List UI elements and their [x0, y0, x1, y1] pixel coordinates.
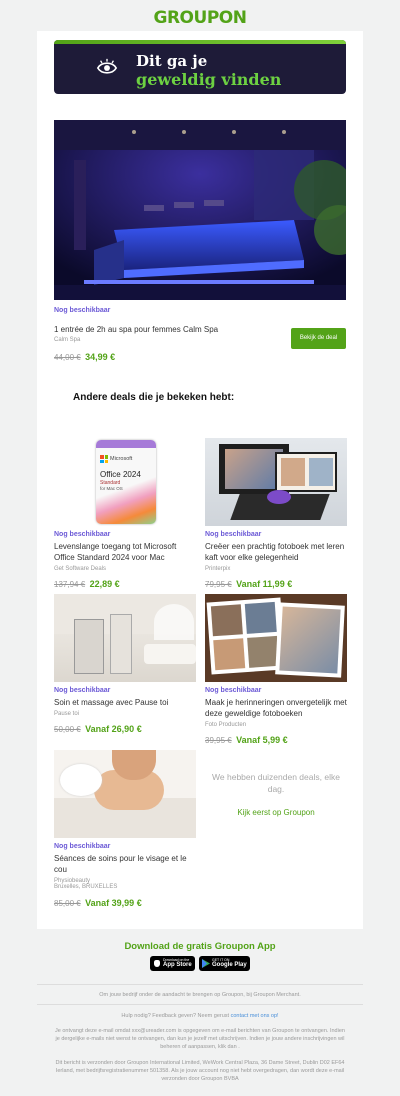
deal-new-price: Vanaf 11,99 € — [236, 579, 293, 589]
contact-link[interactable]: contact met ons op! — [231, 1013, 279, 1019]
deal-merchant: Foto Producten — [205, 722, 247, 728]
app-store-button[interactable]: Download on the App Store — [150, 956, 195, 971]
photobook-open — [275, 452, 337, 492]
microsoft-logo-icon — [100, 455, 108, 463]
towel — [60, 764, 102, 796]
deal-image — [205, 594, 347, 682]
deal-old-price: 137,94 € — [54, 580, 86, 589]
featured-title[interactable]: 1 entrée de 2h au spa pour femmes Calm S… — [54, 324, 274, 335]
featured-new-price: 34,99 € — [85, 352, 116, 362]
footer-merchant-line: Om jouw bedrijf onder de aandacht te bre… — [99, 992, 301, 998]
ribbon-bow — [267, 490, 291, 504]
footer-help: Hulp nodig? Feedback geven? Neem gerust … — [55, 1012, 345, 1020]
footer-legal: Dit bericht is verzonden door Groupon In… — [55, 1060, 345, 1082]
hero-banner: Dit ga je geweldig vinden — [54, 40, 346, 94]
footer-divider — [37, 1004, 363, 1005]
groupon-logo[interactable]: GROUPON — [0, 8, 400, 28]
app-store-label: App Store — [163, 962, 192, 968]
banner-line2: geweldig vinden — [136, 70, 282, 89]
deal-tile[interactable]: Microsoft Office 2024 Standard for Mac O… — [54, 438, 196, 592]
deal-availability: Nog beschikbaar — [205, 687, 262, 694]
featured-availability: Nog beschikbaar — [54, 307, 111, 314]
footer-divider — [37, 984, 363, 985]
deal-price: 137,94 € 22,89 € — [54, 574, 196, 592]
deal-old-price: 50,00 € — [54, 725, 81, 734]
footer-reason: Je ontvangt deze e-mail omdat xxx@ureade… — [55, 1028, 345, 1050]
office-box: Microsoft Office 2024 Standard for Mac O… — [96, 440, 156, 524]
massage-bed — [144, 644, 196, 664]
help-text: Hulp nodig? Feedback geven? Neem gerust — [121, 1013, 230, 1019]
box-brand: Microsoft — [110, 456, 133, 462]
deal-availability: Nog beschikbaar — [54, 687, 111, 694]
google-play-icon — [202, 959, 210, 968]
spa-pool-image — [54, 120, 346, 300]
deal-new-price: Vanaf 39,99 € — [85, 898, 142, 908]
deal-new-price: 22,89 € — [89, 579, 120, 589]
deal-merchant: Printerpix — [205, 566, 231, 572]
deal-old-price: 39,95 € — [205, 736, 232, 745]
deal-merchant: Pause toi — [54, 711, 80, 717]
box-title: Office 2024 — [100, 470, 141, 479]
deal-price: 39,95 € Vanaf 5,99 € — [205, 730, 347, 748]
deal-image — [205, 438, 347, 526]
deal-title[interactable]: Soin et massage avec Pause toi — [54, 697, 196, 708]
photobook-left — [206, 597, 286, 675]
deal-location: Bruxelles, BRUXELLES — [54, 884, 118, 890]
deal-merchant: Get Software Deals — [54, 566, 107, 572]
app-download-title: Download de gratis Groupon App — [124, 941, 276, 952]
deal-old-price: 85,00 € — [54, 899, 81, 908]
box-sub2: for Mac OS — [100, 486, 123, 491]
deal-image — [54, 750, 196, 838]
deal-price: 85,00 € Vanaf 39,99 € — [54, 893, 196, 911]
deal-new-price: Vanaf 26,90 € — [85, 724, 142, 734]
featured-old-price: 44,00 € — [54, 353, 81, 362]
email-card: Dit ga je geweldig vinden Nog beschikbaa… — [37, 31, 363, 929]
machine-middle — [110, 614, 132, 674]
photobook-right — [275, 602, 345, 678]
banner-stripe — [54, 40, 346, 44]
apple-icon — [154, 960, 160, 967]
deal-availability: Nog beschikbaar — [54, 843, 111, 850]
deal-price: 50,00 € Vanaf 26,90 € — [54, 719, 196, 737]
view-deal-button[interactable]: Bekijk de deal — [291, 328, 346, 349]
more-deals-link[interactable]: Kijk eerst op Groupon — [205, 808, 347, 817]
deal-availability: Nog beschikbaar — [205, 531, 262, 538]
deal-tile[interactable]: Nog beschikbaar Maak je herinneringen on… — [205, 594, 347, 748]
featured-deal-image[interactable] — [54, 120, 346, 300]
deal-title[interactable]: Séances de soins pour le visage et le co… — [54, 853, 196, 875]
deal-image: Microsoft Office 2024 Standard for Mac O… — [54, 438, 196, 526]
deal-title[interactable]: Creëer een prachtig fotoboek met leren k… — [205, 541, 347, 563]
more-deals-text: We hebben duizenden deals, elke dag. — [212, 772, 340, 794]
deal-title[interactable]: Levenslange toegang tot Microsoft Office… — [54, 541, 196, 563]
deal-tile[interactable]: Nog beschikbaar Creëer een prachtig foto… — [205, 438, 347, 592]
machine-left — [74, 619, 104, 674]
featured-price: 44,00 € 34,99 € — [54, 347, 115, 365]
deal-availability: Nog beschikbaar — [54, 531, 111, 538]
deal-old-price: 79,95 € — [205, 580, 232, 589]
featured-merchant: Calm Spa — [54, 337, 81, 343]
deal-tile[interactable]: Nog beschikbaar Séances de soins pour le… — [54, 750, 196, 911]
eye-icon — [96, 58, 118, 74]
google-play-label: Google Play — [212, 962, 247, 968]
deal-price: 79,95 € Vanaf 11,99 € — [205, 574, 347, 592]
deal-new-price: Vanaf 5,99 € — [236, 735, 288, 745]
deal-tile[interactable]: Nog beschikbaar Soin et massage avec Pau… — [54, 594, 196, 737]
section-title: Andere deals die je bekeken hebt: — [73, 392, 235, 403]
deal-title[interactable]: Maak je herinneringen onvergetelijk met … — [205, 697, 347, 719]
banner-line1: Dit ga je — [136, 52, 208, 70]
deal-image — [54, 594, 196, 682]
google-play-button[interactable]: GET IT ON Google Play — [199, 956, 250, 971]
